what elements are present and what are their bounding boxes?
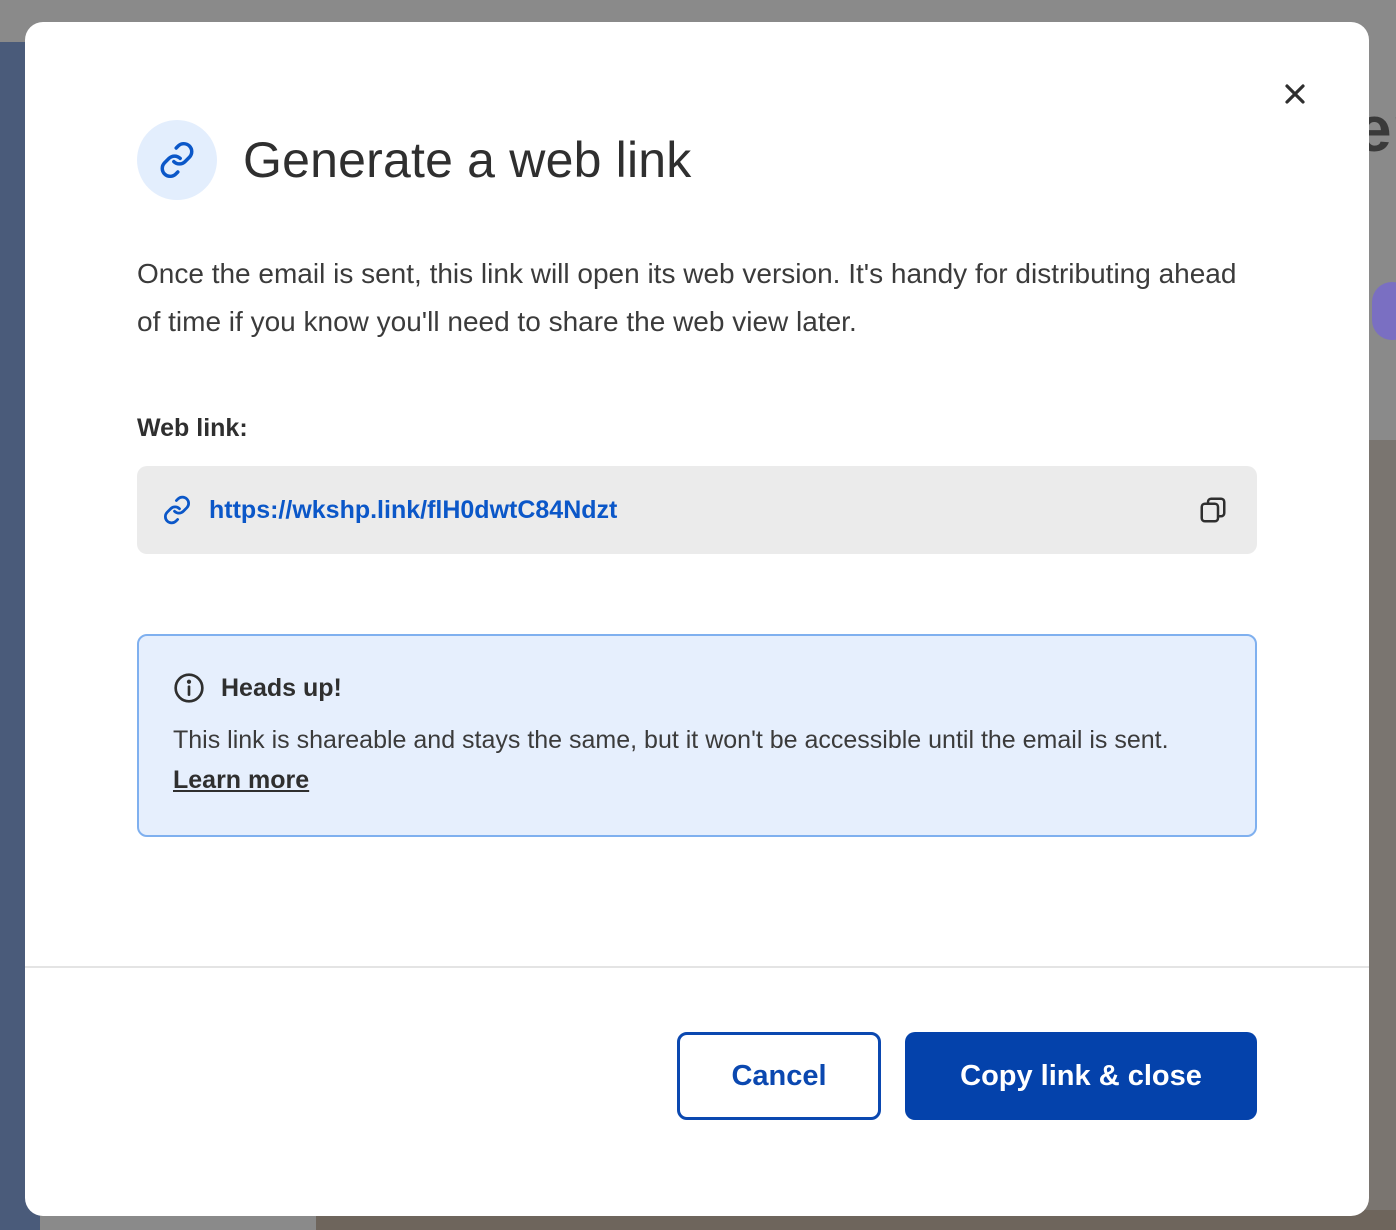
link-icon <box>161 494 193 526</box>
close-icon <box>1285 84 1305 104</box>
dialog-header: Generate a web link <box>137 120 692 200</box>
dialog-title: Generate a web link <box>243 132 692 188</box>
generate-web-link-dialog: Generate a web link Once the email is se… <box>25 22 1369 1216</box>
info-icon <box>174 673 204 703</box>
link-icon <box>160 141 194 179</box>
footer-divider <box>25 966 1369 968</box>
learn-more-link[interactable]: Learn more <box>173 766 309 794</box>
notice-title: Heads up! <box>221 673 342 702</box>
close-button[interactable] <box>1277 76 1313 112</box>
copy-icon <box>1200 497 1226 523</box>
cancel-button[interactable]: Cancel <box>677 1032 881 1120</box>
heads-up-notice: Heads up! This link is shareable and sta… <box>137 634 1257 837</box>
notice-text: This link is shareable and stays the sam… <box>173 726 1169 754</box>
notice-body: This link is shareable and stays the sam… <box>173 720 1221 800</box>
web-link-field: https://wkshp.link/flH0dwtC84Ndzt <box>137 466 1257 554</box>
web-link-label: Web link: <box>137 414 248 442</box>
header-icon-circle <box>137 120 217 200</box>
copy-button[interactable] <box>1193 490 1233 530</box>
copy-link-close-button[interactable]: Copy link & close <box>905 1032 1257 1120</box>
background-pill <box>1372 282 1396 340</box>
dialog-description: Once the email is sent, this link will o… <box>137 258 1237 337</box>
notice-header: Heads up! <box>173 672 1221 704</box>
web-link-url[interactable]: https://wkshp.link/flH0dwtC84Ndzt <box>209 496 1193 525</box>
